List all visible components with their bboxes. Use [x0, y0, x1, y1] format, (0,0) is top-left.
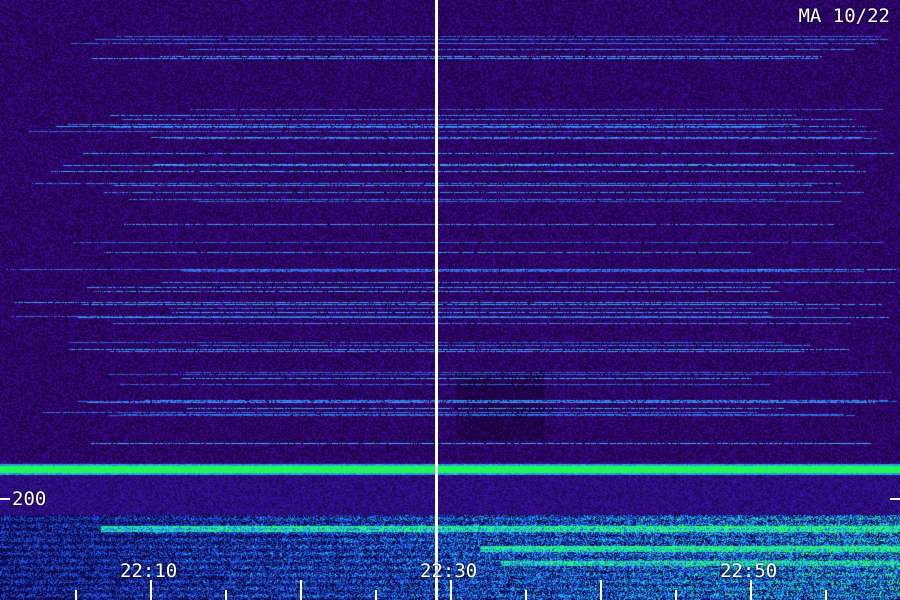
- time-tick: [150, 580, 152, 600]
- time-tick: [450, 580, 452, 600]
- time-tick: [750, 580, 752, 600]
- time-tick: [300, 580, 302, 600]
- time-tick: [75, 590, 77, 600]
- time-tick: [225, 590, 227, 600]
- time-tick: [375, 590, 377, 600]
- time-tick: [600, 580, 602, 600]
- time-marker-line: [435, 0, 438, 600]
- time-tick: [675, 590, 677, 600]
- time-label: 22:30: [420, 560, 478, 582]
- time-tick: [525, 590, 527, 600]
- time-label: 22:10: [120, 560, 178, 582]
- spectrogram-canvas: [0, 0, 900, 600]
- frequency-label: 200: [12, 488, 47, 510]
- frequency-tick-right: [890, 498, 900, 500]
- time-tick: [825, 590, 827, 600]
- station-date-label: MA 10/22: [798, 5, 890, 27]
- time-label: 22:50: [720, 560, 778, 582]
- frequency-tick-left: [0, 498, 10, 500]
